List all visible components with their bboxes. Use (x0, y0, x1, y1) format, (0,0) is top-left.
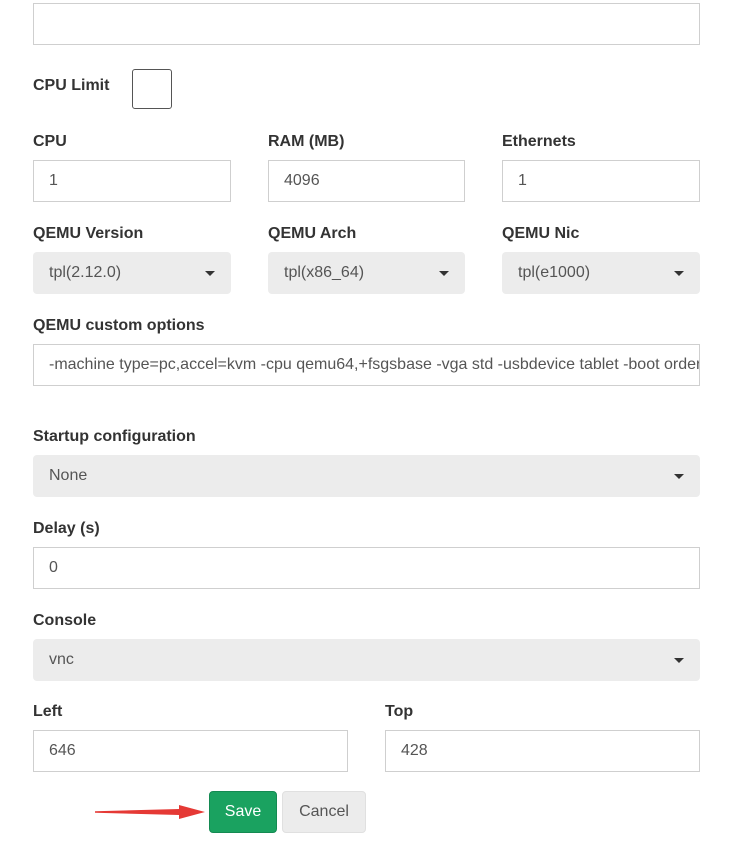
qemu-arch-label: QEMU Arch (268, 225, 357, 242)
caret-down-icon (674, 473, 684, 479)
qemu-options-label: QEMU custom options (33, 317, 205, 334)
caret-down-icon (205, 270, 215, 276)
top-input[interactable]: 428 (385, 730, 700, 772)
caret-down-icon (674, 270, 684, 276)
node-edit-form: CPU Limit CPU 1 RAM (MB) 4096 Ethernets … (0, 0, 734, 851)
cpu-limit-label: CPU Limit (33, 77, 110, 94)
ethernets-input[interactable]: 1 (502, 160, 700, 202)
qemu-nic-label: QEMU Nic (502, 225, 580, 242)
startup-config-value: None (49, 467, 88, 484)
left-input[interactable]: 646 (33, 730, 348, 772)
startup-config-label: Startup configuration (33, 428, 196, 445)
console-value: vnc (49, 651, 74, 668)
cpu-limit-checkbox[interactable] (132, 69, 172, 109)
top-text-field[interactable] (33, 3, 700, 45)
qemu-nic-value: tpl(e1000) (518, 264, 591, 281)
cpu-input[interactable]: 1 (33, 160, 231, 202)
delay-label: Delay (s) (33, 520, 100, 537)
caret-down-icon (674, 657, 684, 663)
ram-label: RAM (MB) (268, 133, 345, 150)
startup-config-select[interactable]: None (33, 455, 700, 497)
cpu-label: CPU (33, 133, 67, 150)
qemu-arch-select[interactable]: tpl(x86_64) (268, 252, 465, 294)
top-label: Top (385, 703, 414, 720)
qemu-version-select[interactable]: tpl(2.12.0) (33, 252, 231, 294)
qemu-options-input[interactable]: -machine type=pc,accel=kvm -cpu qemu64,+… (33, 344, 700, 386)
console-select[interactable]: vnc (33, 639, 700, 681)
cancel-button[interactable]: Cancel (282, 791, 366, 833)
qemu-arch-value: tpl(x86_64) (284, 264, 365, 281)
qemu-version-label: QEMU Version (33, 225, 144, 242)
ram-input[interactable]: 4096 (268, 160, 465, 202)
save-button[interactable]: Save (209, 791, 277, 833)
left-label: Left (33, 703, 63, 720)
qemu-version-value: tpl(2.12.0) (49, 264, 122, 281)
red-arrow-annotation (95, 805, 205, 819)
ethernets-label: Ethernets (502, 133, 576, 150)
console-label: Console (33, 612, 97, 629)
delay-input[interactable]: 0 (33, 547, 700, 589)
caret-down-icon (439, 270, 449, 276)
qemu-nic-select[interactable]: tpl(e1000) (502, 252, 700, 294)
